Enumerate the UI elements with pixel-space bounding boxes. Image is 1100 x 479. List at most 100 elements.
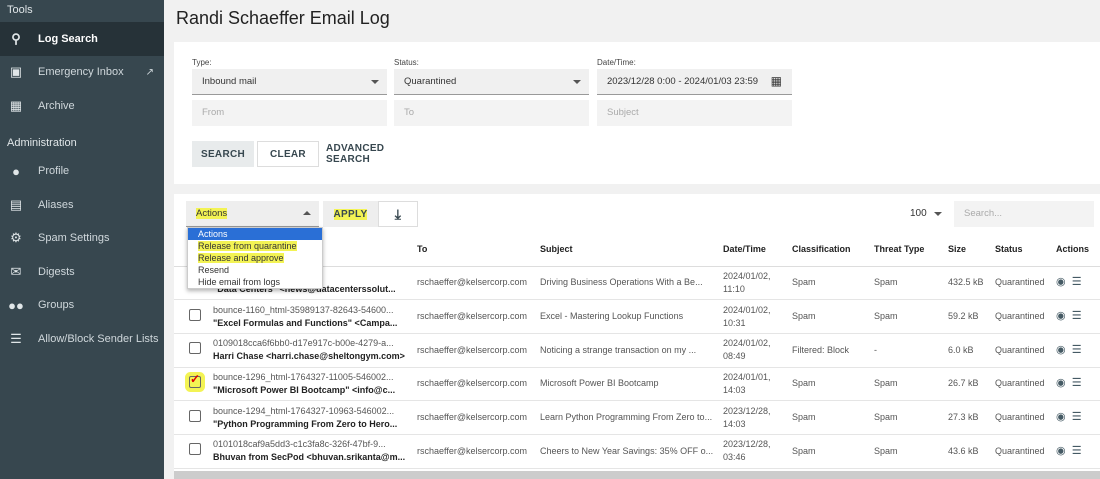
time: 03:46: [723, 452, 746, 463]
threat-type-cell: Spam: [874, 434, 948, 469]
subject-input[interactable]: Subject: [597, 100, 792, 126]
details-list-icon[interactable]: ☰: [1072, 445, 1082, 457]
view-icon[interactable]: ◉: [1056, 411, 1066, 423]
row-checkbox[interactable]: [189, 308, 201, 321]
actions-select[interactable]: Actions: [186, 201, 319, 227]
actions-cell: ◉ ☰: [1056, 400, 1100, 435]
date: 2023/12/28,: [723, 405, 771, 416]
chevron-down-icon: [371, 80, 379, 88]
table-row[interactable]: 0109018cca6f6bb0-d17e917c-b00e-4279-a...…: [174, 333, 1100, 368]
view-icon[interactable]: ◉: [1056, 377, 1066, 389]
column-header[interactable]: To: [417, 233, 540, 267]
threat-type-cell: Spam: [874, 266, 948, 301]
sidebar-item-allow-block[interactable]: ☰ Allow/Block Sender Lists: [0, 322, 164, 356]
details-list-icon[interactable]: ☰: [1072, 377, 1082, 389]
details-list-icon[interactable]: ☰: [1072, 276, 1082, 288]
group-icon: ●●: [8, 297, 24, 313]
to-cell: rschaeffer@kelsercorp.com: [417, 400, 540, 435]
chevron-down-icon: [573, 80, 581, 88]
actions-option[interactable]: Actions: [188, 228, 322, 240]
actions-option[interactable]: Release and approve: [188, 252, 322, 264]
row-checkbox[interactable]: [189, 409, 201, 422]
from-cell: 0109018cca6f6bb0-d17e917c-b00e-4279-a...…: [213, 333, 417, 368]
search-button[interactable]: SEARCH: [192, 141, 254, 167]
column-header[interactable]: Status: [995, 233, 1056, 267]
apply-button[interactable]: APPLY: [323, 201, 378, 227]
subject-cell: Excel - Mastering Lookup Functions: [540, 299, 723, 334]
table-row[interactable]: bounce-1296_html-1764327-11005-546002...…: [174, 367, 1100, 402]
table-row[interactable]: bounce-1160_html-35989137-82643-54600...…: [174, 299, 1100, 334]
datetime-input[interactable]: 2023/12/28 0:00 - 2024/01/03 23:59 ▦: [597, 69, 792, 95]
row-checkbox[interactable]: [189, 342, 201, 355]
row-checkbox[interactable]: [189, 443, 201, 456]
row-checkbox[interactable]: [189, 373, 201, 388]
column-header[interactable]: Date/Time: [723, 233, 792, 267]
sidebar-item-log-search[interactable]: ⚲ Log Search: [0, 22, 164, 56]
sidebar-item-groups[interactable]: ●● Groups: [0, 289, 164, 323]
column-header[interactable]: Subject: [540, 233, 723, 267]
actions-option[interactable]: Resend: [188, 264, 322, 276]
from-input[interactable]: From: [192, 100, 387, 126]
table-row[interactable]: 0101018caf9a5dd3-c1c3fa8c-326f-47bf-9...…: [174, 434, 1100, 469]
download-button[interactable]: ⤓: [378, 201, 418, 227]
actions-cell: ◉ ☰: [1056, 367, 1100, 402]
column-header[interactable]: Threat Type: [874, 233, 948, 267]
to-cell: rschaeffer@kelsercorp.com: [417, 266, 540, 301]
checkbox-cell: [174, 434, 213, 469]
inbox-icon: ▣: [9, 64, 23, 80]
classification-cell: Spam: [792, 400, 874, 435]
threat-type-cell: Spam: [874, 367, 948, 402]
status-select[interactable]: Quarantined: [394, 69, 589, 95]
archive-icon: ▦: [9, 97, 23, 113]
date-cell: 2024/01/01, 14:03: [723, 367, 792, 402]
actions-cell: ◉ ☰: [1056, 434, 1100, 469]
checkbox-cell: [174, 299, 213, 334]
actions-option[interactable]: Release from quarantine: [188, 240, 322, 252]
from-name: "Excel Formulas and Functions" <Campa...: [213, 317, 398, 328]
type-select[interactable]: Inbound mail: [192, 69, 387, 95]
date: 2024/01/01,: [723, 371, 771, 382]
to-input[interactable]: To: [394, 100, 589, 126]
column-header[interactable]: Size: [948, 233, 995, 267]
time: 10:31: [723, 317, 746, 328]
sidebar-item-emergency-inbox[interactable]: ▣ Emergency Inbox ↗: [0, 56, 164, 90]
datetime-value: 2023/12/28 0:00 - 2024/01/03 23:59: [607, 76, 759, 87]
filter-panel: Type: Inbound mail Status: Quarantined D…: [174, 42, 1100, 184]
to-cell: rschaeffer@kelsercorp.com: [417, 434, 540, 469]
status-cell: Quarantined: [995, 333, 1056, 368]
actions-option[interactable]: Hide email from logs: [188, 276, 322, 288]
sidebar-item-digests[interactable]: ✉ Digests: [0, 255, 164, 289]
sidebar-item-label: Archive: [38, 99, 75, 112]
details-list-icon[interactable]: ☰: [1072, 344, 1082, 356]
table-row[interactable]: bounce-1294_html-1764327-10963-546002...…: [174, 400, 1100, 435]
admin-section-label: Administration: [7, 136, 77, 149]
page-size-select[interactable]: 100: [900, 201, 950, 227]
advanced-search-button[interactable]: ADVANCED SEARCH: [326, 141, 431, 167]
view-icon[interactable]: ◉: [1056, 445, 1066, 457]
classification-cell: Spam: [792, 266, 874, 301]
sidebar-item-spam-settings[interactable]: ⚙ Spam Settings: [0, 222, 164, 256]
details-list-icon[interactable]: ☰: [1072, 310, 1082, 322]
view-icon[interactable]: ◉: [1056, 310, 1066, 322]
table-search-input[interactable]: Search...: [954, 201, 1094, 227]
horizontal-scrollbar[interactable]: [174, 471, 1100, 479]
page-size-value: 100: [910, 208, 927, 219]
page-title: Randi Schaeffer Email Log: [176, 8, 390, 28]
view-icon[interactable]: ◉: [1056, 276, 1066, 288]
sidebar-item-aliases[interactable]: ▤ Aliases: [0, 188, 164, 222]
view-icon[interactable]: ◉: [1056, 344, 1066, 356]
checkbox-cell: [174, 400, 213, 435]
sidebar-item-archive[interactable]: ▦ Archive: [0, 89, 164, 123]
column-header[interactable]: Classification: [792, 233, 874, 267]
date-cell: 2023/12/28, 14:03: [723, 400, 792, 435]
mail-icon: ✉: [10, 263, 22, 279]
clear-button[interactable]: CLEAR: [257, 141, 319, 167]
sidebar-item-profile[interactable]: ● Profile: [0, 155, 164, 189]
classification-cell: Spam: [792, 367, 874, 402]
details-list-icon[interactable]: ☰: [1072, 411, 1082, 423]
size-cell: 27.3 kB: [948, 400, 995, 435]
date-cell: 2023/12/28, 03:46: [723, 434, 792, 469]
column-header[interactable]: Actions: [1056, 233, 1100, 267]
subject-cell: Microsoft Power BI Bootcamp: [540, 367, 723, 402]
status-value: Quarantined: [404, 76, 457, 87]
